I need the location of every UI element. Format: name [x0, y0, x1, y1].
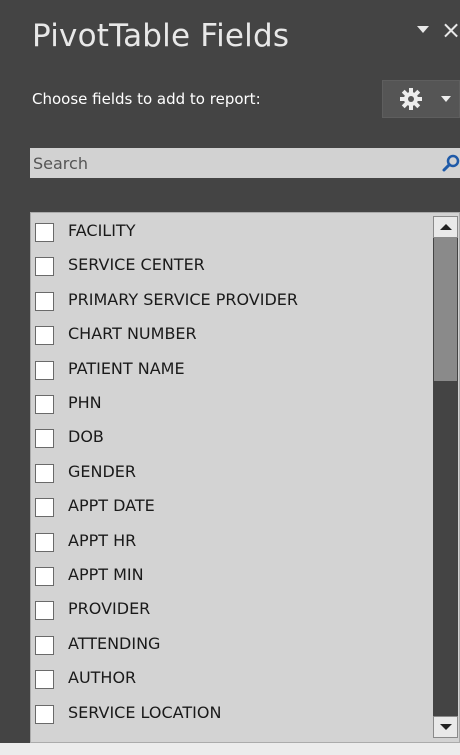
search-icon[interactable]	[441, 153, 460, 173]
field-item[interactable]: APPT MIN	[31, 558, 431, 592]
scroll-thumb[interactable]	[434, 238, 457, 381]
field-checkbox[interactable]	[35, 498, 54, 518]
field-checkbox[interactable]	[35, 463, 54, 483]
field-checkbox[interactable]	[35, 257, 54, 277]
field-label: ATTENDING	[68, 633, 161, 653]
field-label: PROVIDER	[68, 599, 151, 619]
field-label: AUTHOR	[68, 668, 137, 688]
field-label: DOB	[68, 427, 104, 447]
field-list: FACILITY SERVICE CENTER PRIMARY SERVICE PR…	[30, 212, 460, 743]
chevron-down-icon	[441, 96, 451, 102]
field-label: PATIENT NAME	[68, 358, 185, 378]
field-label: GENDER	[68, 461, 137, 481]
pivottable-fields-pane: PivotTable Fields × Choose fields to add…	[0, 0, 460, 743]
field-checkbox[interactable]	[35, 567, 54, 586]
pane-title-controls: ×	[415, 18, 460, 48]
field-label: APPT MIN	[68, 565, 144, 584]
field-item[interactable]: APPT HR	[31, 524, 431, 558]
field-checkbox[interactable]	[35, 429, 54, 449]
field-item[interactable]: PHN	[31, 386, 431, 420]
field-checkbox[interactable]	[35, 395, 54, 414]
field-checkbox[interactable]	[35, 670, 54, 690]
field-item[interactable]: APPT DATE	[31, 489, 431, 523]
field-label: FACILITY	[68, 221, 136, 240]
scroll-up-icon	[440, 224, 452, 230]
scroll-track[interactable]	[433, 238, 458, 716]
field-item[interactable]: CHART NUMBER	[31, 317, 431, 351]
field-item[interactable]: ATTENDING	[31, 627, 431, 661]
field-item[interactable]: SERVICE LOCATION	[31, 696, 431, 730]
field-item[interactable]: PATIENT NAME	[31, 352, 431, 386]
field-label: SERVICE LOCATION	[68, 702, 222, 722]
scroll-down-icon	[440, 724, 452, 730]
field-item[interactable]: FACILITY	[31, 214, 431, 248]
field-label: APPT HR	[68, 530, 137, 550]
scroll-down-button[interactable]	[433, 716, 458, 738]
field-label: PHN	[68, 393, 102, 412]
pane-title: PivotTable Fields	[32, 18, 290, 54]
field-item[interactable]: SERVICE CENTER	[31, 248, 431, 282]
field-checkbox[interactable]	[35, 291, 54, 311]
dropdown-arrow-icon[interactable]	[417, 26, 429, 33]
field-checkbox[interactable]	[35, 635, 54, 655]
field-item[interactable]: PRIMARY SERVICE PROVIDER	[31, 283, 431, 317]
field-item[interactable]: GENDER	[31, 455, 431, 489]
scroll-up-button[interactable]	[433, 216, 458, 238]
field-checkbox[interactable]	[35, 704, 54, 724]
field-checkbox[interactable]	[35, 223, 54, 242]
vertical-scrollbar[interactable]	[433, 216, 458, 738]
field-checkbox[interactable]	[35, 601, 54, 621]
field-item[interactable]: DOB	[31, 420, 431, 454]
field-checkbox[interactable]	[35, 326, 54, 346]
choose-fields-label: Choose fields to add to report:	[32, 90, 261, 108]
tools-button[interactable]	[382, 80, 460, 118]
search-box	[30, 148, 460, 178]
field-checkbox[interactable]	[35, 360, 54, 380]
gear-icon	[400, 88, 422, 110]
field-label: PRIMARY SERVICE PROVIDER	[68, 289, 299, 309]
field-item[interactable]: AUTHOR	[31, 661, 431, 695]
search-input[interactable]	[30, 148, 420, 178]
close-icon[interactable]: ×	[441, 18, 460, 42]
window-bottom-edge	[0, 743, 460, 755]
field-label: CHART NUMBER	[68, 324, 197, 344]
field-item[interactable]: PROVIDER	[31, 592, 431, 626]
field-label: APPT DATE	[68, 496, 155, 516]
field-label: SERVICE CENTER	[68, 255, 205, 275]
field-checkbox[interactable]	[35, 532, 54, 552]
